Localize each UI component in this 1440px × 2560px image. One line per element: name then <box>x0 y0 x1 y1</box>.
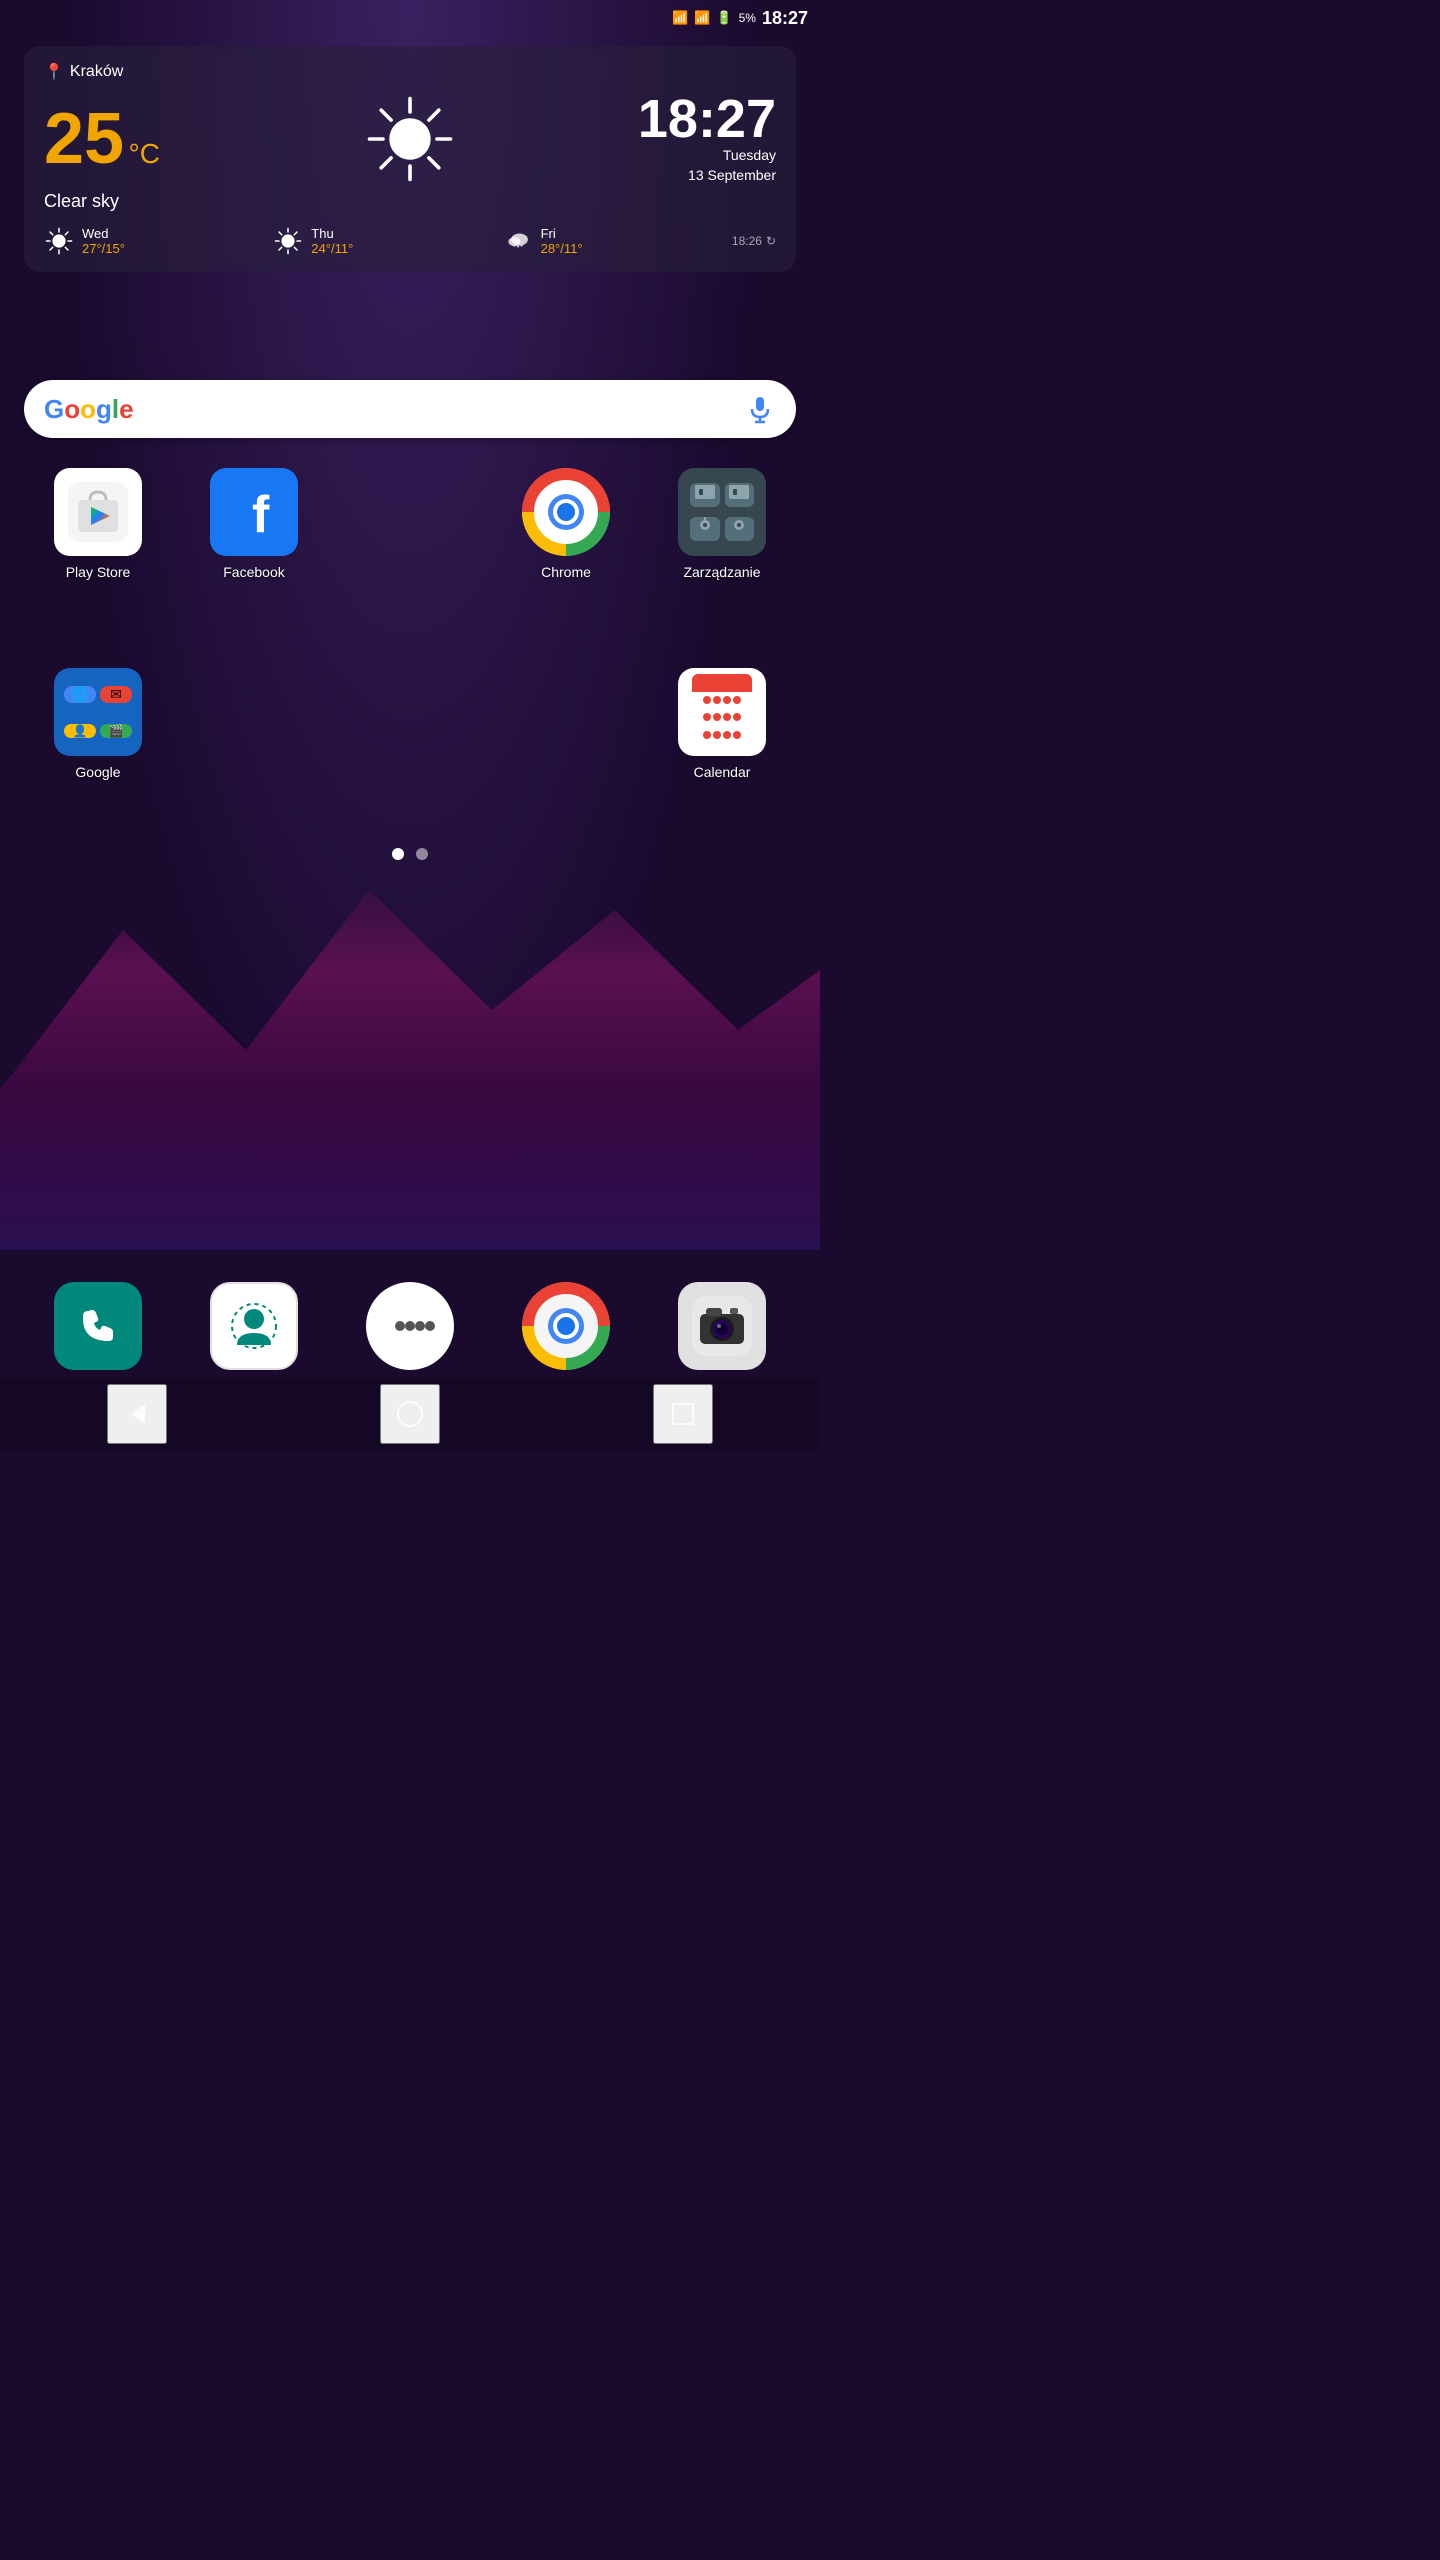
app-facebook[interactable]: f Facebook <box>199 468 309 580</box>
dock-drawer[interactable] <box>366 1282 454 1370</box>
dock-phone[interactable] <box>54 1282 142 1370</box>
signal-icon: 📶 <box>694 10 710 26</box>
app-zarzadzanie[interactable]: Zarządzanie <box>667 468 777 580</box>
forecast-wed: Wed 27°/15° <box>44 226 273 256</box>
dock-chrome[interactable] <box>522 1282 610 1370</box>
google-logo: Google <box>44 394 134 425</box>
forecast-thu-icon <box>273 226 303 256</box>
app-google-folder[interactable]: 🌐 ✉ 👤 🎬 Google <box>43 668 153 780</box>
app-playstore[interactable]: Play Store <box>43 468 153 580</box>
weather-main: 25 °C 18:27 Tuesday 13 September <box>44 92 776 185</box>
playstore-icon <box>54 468 142 556</box>
dock-contacts[interactable] <box>210 1282 298 1370</box>
calendar-icon <box>678 668 766 756</box>
weather-temp-row: 25 °C <box>44 103 288 175</box>
weather-left: 25 °C <box>44 103 288 175</box>
dock <box>0 1282 820 1370</box>
sun-icon <box>365 94 455 184</box>
back-button[interactable] <box>107 1384 167 1444</box>
zarzadzanie-label: Zarządzanie <box>683 564 760 580</box>
playstore-label: Play Store <box>66 564 131 580</box>
weather-location: 📍 Kraków <box>44 62 776 82</box>
weather-updated: 18:26 ↻ <box>732 234 776 248</box>
forecast-fri: Fri 28°/11° <box>503 226 732 256</box>
dock-camera[interactable] <box>678 1282 766 1370</box>
temp-unit: °C <box>129 138 160 169</box>
page-dots <box>0 848 820 860</box>
weather-clock: 18:27 <box>532 92 776 146</box>
page-dot-2[interactable] <box>416 848 428 860</box>
chrome-dock-icon <box>522 1282 610 1370</box>
app-chrome[interactable]: Chrome <box>511 468 621 580</box>
recents-button[interactable] <box>653 1384 713 1444</box>
battery-percent: 5% <box>739 11 756 25</box>
weather-time-block: 18:27 Tuesday 13 September <box>532 92 776 185</box>
battery-icon: 🔋 <box>716 10 732 26</box>
weather-sun <box>288 94 532 184</box>
app-row-1: Play Store f Facebook <box>0 468 820 580</box>
status-bar: 📶 📶 🔋 5% 18:27 <box>0 0 820 36</box>
weather-widget: 📍 Kraków 25 °C 18:27 <box>24 46 796 272</box>
home-button[interactable] <box>380 1384 440 1444</box>
weather-condition: Clear sky <box>44 191 776 212</box>
weather-forecast: Wed 27°/15° Thu 24°/11° <box>44 226 776 256</box>
forecast-fri-icon <box>503 226 533 256</box>
drawer-icon <box>366 1282 454 1370</box>
page-dot-1[interactable] <box>392 848 404 860</box>
camera-icon <box>678 1282 766 1370</box>
app-row-2: 🌐 ✉ 👤 🎬 Google <box>0 668 820 780</box>
forecast-wed-icon <box>44 226 74 256</box>
zarzadzanie-icon <box>678 468 766 556</box>
temperature: 25 <box>44 99 124 179</box>
location-pin-icon: 📍 <box>44 62 64 82</box>
facebook-icon: f <box>210 468 298 556</box>
phone-icon <box>54 1282 142 1370</box>
svg-text:f: f <box>252 486 270 542</box>
nav-bar <box>0 1378 820 1450</box>
wifi-icon: 📶 <box>672 10 688 26</box>
chrome-label: Chrome <box>541 564 591 580</box>
google-folder-icon: 🌐 ✉ 👤 🎬 <box>54 668 142 756</box>
status-time: 18:27 <box>762 8 808 29</box>
calendar-label: Calendar <box>694 764 751 780</box>
chrome-icon <box>522 468 610 556</box>
microphone-icon[interactable] <box>744 393 776 425</box>
app-calendar[interactable]: Calendar <box>667 668 777 780</box>
facebook-label: Facebook <box>223 564 284 580</box>
contacts-icon <box>210 1282 298 1370</box>
google-folder-label: Google <box>75 764 120 780</box>
forecast-thu: Thu 24°/11° <box>273 226 502 256</box>
weather-date: Tuesday 13 September <box>532 146 776 185</box>
search-bar[interactable]: Google <box>24 380 796 438</box>
refresh-icon[interactable]: ↻ <box>766 234 776 248</box>
